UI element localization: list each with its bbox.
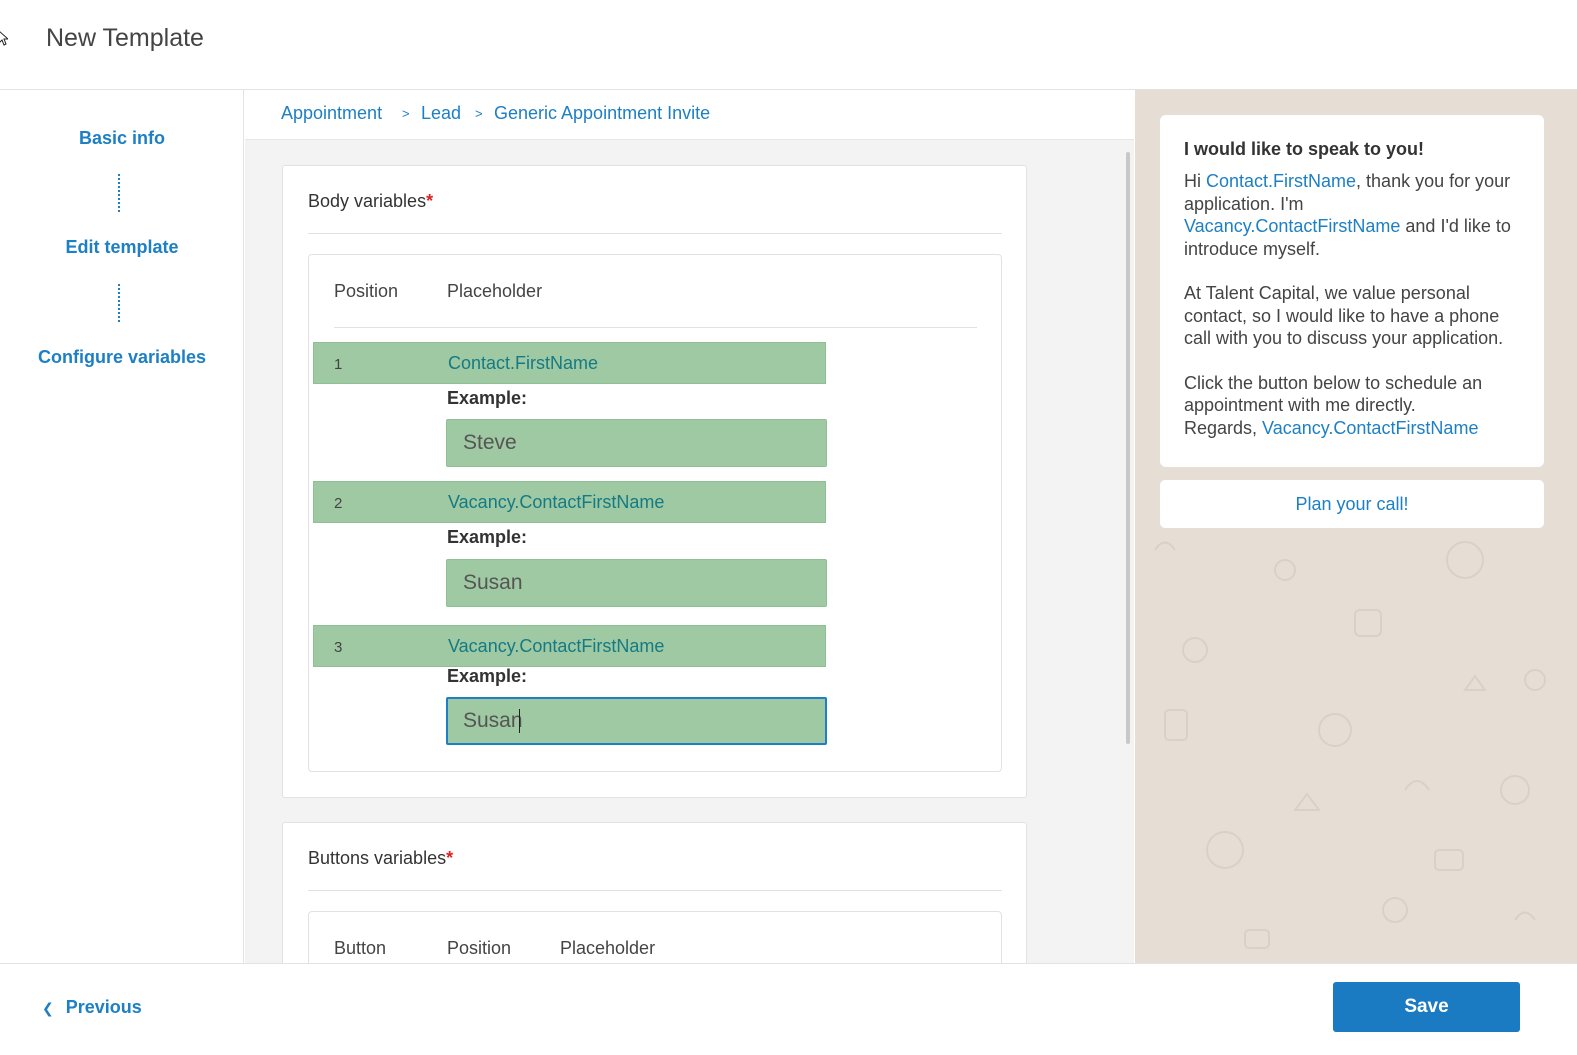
- example-input[interactable]: [446, 419, 827, 467]
- variable-token: Vacancy.ContactFirstName: [1262, 417, 1479, 438]
- step-connector: [118, 284, 120, 322]
- body-variables-card: Body variables* Position Placeholder 1 C…: [282, 165, 1027, 798]
- buttons-variables-card: Buttons variables* Button Position Place…: [282, 822, 1027, 963]
- mouse-pointer-icon: [0, 31, 8, 46]
- required-marker: *: [446, 848, 454, 868]
- variable-placeholder: Vacancy.ContactFirstName: [448, 636, 665, 656]
- variable-position: 3: [334, 639, 343, 656]
- wizard-sidebar: Basic info Edit template Configure varia…: [0, 90, 244, 963]
- plan-call-button[interactable]: Plan your call!: [1160, 480, 1544, 528]
- breadcrumb-lead[interactable]: Lead: [421, 103, 461, 124]
- example-label: Example:: [447, 527, 528, 547]
- body-variables-title: Body variables*: [308, 191, 434, 211]
- step-basic-info[interactable]: Basic info: [0, 128, 244, 149]
- variable-row: 2 Vacancy.ContactFirstName: [313, 481, 826, 523]
- divider: [308, 890, 1002, 891]
- column-header-placeholder: Placeholder: [560, 938, 656, 958]
- scrollbar[interactable]: [1126, 152, 1130, 744]
- divider: [334, 327, 977, 328]
- example-label: Example:: [447, 388, 528, 408]
- main-content: Appointment > Lead > Generic Appointment…: [245, 90, 1134, 963]
- message-preview-panel: I would like to speak to you! Hi Contact…: [1135, 90, 1577, 963]
- example-input-focused[interactable]: [446, 697, 827, 745]
- top-bar: New Template: [0, 0, 1577, 90]
- step-connector: [118, 174, 120, 212]
- breadcrumb-separator: >: [402, 106, 410, 121]
- variable-token: Vacancy.ContactFirstName: [1184, 216, 1401, 236]
- column-header-placeholder: Placeholder: [447, 281, 543, 301]
- footer-bar: ❮ Previous Save: [0, 963, 1577, 1055]
- buttons-variables-table: Button Position Placeholder: [308, 911, 1002, 963]
- message-bubble: I would like to speak to you! Hi Contact…: [1160, 115, 1544, 467]
- buttons-variables-title: Buttons variables*: [308, 848, 454, 868]
- message-paragraph: Hi Contact.FirstName, thank you for your…: [1184, 171, 1511, 259]
- example-input[interactable]: [446, 559, 827, 607]
- previous-button[interactable]: ❮ Previous: [42, 997, 142, 1018]
- column-header-button: Button: [334, 938, 387, 958]
- message-title: I would like to speak to you!: [1184, 139, 1425, 159]
- column-header-position: Position: [447, 938, 512, 958]
- breadcrumb: Appointment > Lead > Generic Appointment…: [245, 90, 1134, 140]
- save-button[interactable]: Save: [1333, 982, 1520, 1032]
- variable-position: 1: [334, 356, 343, 373]
- page-title: New Template: [46, 24, 204, 52]
- text-caret: [519, 709, 520, 733]
- required-marker: *: [426, 191, 434, 211]
- breadcrumb-generic-appointment-invite[interactable]: Generic Appointment Invite: [494, 103, 710, 124]
- message-paragraph: At Talent Capital, we value personal con…: [1184, 283, 1504, 348]
- step-configure-variables[interactable]: Configure variables: [0, 347, 244, 368]
- message-paragraph: Click the button below to schedule an ap…: [1184, 372, 1483, 438]
- step-edit-template[interactable]: Edit template: [0, 237, 244, 258]
- divider: [308, 233, 1002, 234]
- variable-token: Contact.FirstName: [1206, 171, 1357, 191]
- variable-position: 2: [334, 495, 343, 512]
- variable-row: 3 Vacancy.ContactFirstName: [313, 625, 826, 667]
- example-label: Example:: [447, 666, 528, 686]
- variable-placeholder: Vacancy.ContactFirstName: [448, 492, 665, 512]
- variable-row: 1 Contact.FirstName: [313, 342, 826, 384]
- breadcrumb-appointment[interactable]: Appointment: [281, 103, 382, 124]
- chevron-left-icon: ❮: [42, 1000, 54, 1016]
- breadcrumb-separator: >: [475, 106, 483, 121]
- column-header-position: Position: [334, 281, 399, 301]
- variable-placeholder: Contact.FirstName: [448, 353, 599, 373]
- previous-label: Previous: [65, 997, 142, 1017]
